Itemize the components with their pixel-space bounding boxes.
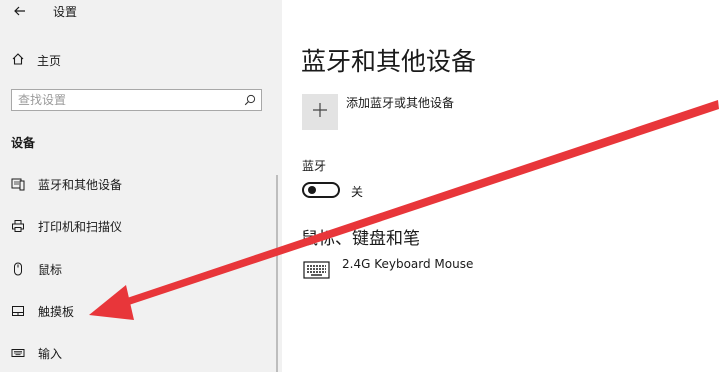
sidebar-item-label: 蓝牙和其他设备 xyxy=(38,177,123,192)
bluetooth-toggle[interactable] xyxy=(302,182,340,198)
bluetooth-devices-icon xyxy=(10,176,26,192)
main-content: 蓝牙和其他设备 添加蓝牙或其他设备 蓝牙 关 鼠标、键盘和笔 2.4G Keyb… xyxy=(282,0,719,372)
printer-icon xyxy=(10,218,26,234)
search-input[interactable] xyxy=(12,90,239,110)
nav-home-label: 主页 xyxy=(37,53,62,68)
add-device-label[interactable]: 添加蓝牙或其他设备 xyxy=(346,94,454,111)
section-title-devices: 设备 xyxy=(11,136,36,150)
nav-home[interactable]: 主页 xyxy=(11,50,61,70)
bluetooth-heading: 蓝牙 xyxy=(302,159,327,173)
add-device-button[interactable] xyxy=(302,94,338,130)
touchpad-icon xyxy=(10,303,26,319)
devices-group-heading: 鼠标、键盘和笔 xyxy=(301,229,420,249)
bluetooth-state-label: 关 xyxy=(351,185,364,199)
sidebar-scrollbar[interactable] xyxy=(276,175,278,372)
keyboard-icon xyxy=(303,261,330,279)
sidebar: 设置 主页 设备 蓝牙和其他设备 打印机和扫描仪 鼠标 xyxy=(0,0,282,372)
search-box xyxy=(11,89,262,111)
title-bar: 设置 xyxy=(12,2,77,20)
sidebar-item-bluetooth[interactable]: 蓝牙和其他设备 xyxy=(10,174,122,194)
mouse-icon xyxy=(10,261,26,277)
device-name[interactable]: 2.4G Keyboard Mouse xyxy=(342,257,473,271)
home-icon xyxy=(11,51,25,70)
page-title: 蓝牙和其他设备 xyxy=(301,47,477,76)
sidebar-item-printers[interactable]: 打印机和扫描仪 xyxy=(10,216,122,236)
sidebar-item-mouse[interactable]: 鼠标 xyxy=(10,259,62,279)
back-arrow-icon[interactable] xyxy=(12,3,28,19)
sidebar-item-label: 触摸板 xyxy=(38,304,75,319)
sidebar-item-label: 打印机和扫描仪 xyxy=(38,219,123,234)
sidebar-item-typing[interactable]: 输入 xyxy=(10,343,62,363)
keyboard-icon xyxy=(10,345,26,361)
sidebar-item-label: 鼠标 xyxy=(38,262,63,277)
plus-icon xyxy=(312,102,328,122)
toggle-knob xyxy=(308,186,316,194)
window-title: 设置 xyxy=(53,4,78,19)
sidebar-item-touchpad[interactable]: 触摸板 xyxy=(10,301,74,321)
search-icon[interactable] xyxy=(239,90,261,110)
sidebar-item-label: 输入 xyxy=(38,346,63,361)
